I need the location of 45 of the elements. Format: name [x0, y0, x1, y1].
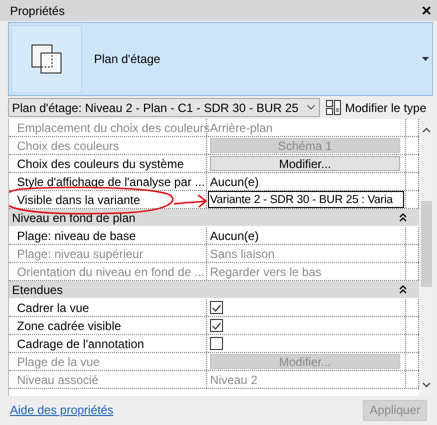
property-value: Aucun(e)	[210, 228, 259, 242]
property-value: Niveau 2	[210, 372, 258, 386]
property-value: Aucun(e)	[210, 174, 259, 188]
instance-dropdown[interactable]: Plan d'étage: Niveau 2 - Plan - C1 - SDR 30 - BUR 25	[8, 98, 320, 117]
help-link[interactable]: Aide des propriétés	[10, 403, 114, 417]
property-label: Cadrer la vue	[17, 300, 90, 314]
group-title: Niveau en fond de plan	[12, 210, 136, 224]
property-label: Niveau associé	[17, 372, 98, 386]
scroll-down-icon[interactable]	[422, 382, 430, 388]
collapse-icon[interactable]	[399, 285, 407, 294]
property-label: Plage: niveau supérieur	[17, 246, 144, 260]
group-title: Etendues	[12, 282, 63, 296]
property-label: Zone cadrée visible	[17, 318, 122, 332]
property-label: Emplacement du choix des couleurs	[17, 120, 210, 134]
edit-type-icon	[326, 100, 341, 115]
floor-plan-icon	[30, 44, 62, 74]
group-header[interactable]: Niveau en fond de plan	[9, 209, 419, 227]
scroll-thumb[interactable]	[420, 201, 432, 287]
property-value: Regarder vers le bas	[210, 264, 322, 278]
property-label: Orientation du niveau en fond de ...	[17, 264, 204, 278]
property-value: Sans liaison	[210, 246, 275, 260]
property-label: Style d'affichage de l'analyse par ...	[17, 174, 205, 188]
property-label: Cadrage de l'annotation	[17, 336, 144, 350]
chevron-down-icon	[307, 105, 315, 110]
property-value: Arrière-plan	[210, 120, 273, 134]
scroll-up-icon[interactable]	[422, 127, 430, 133]
property-label: Choix des couleurs	[17, 138, 120, 152]
group-header[interactable]: Etendues	[9, 281, 419, 299]
collapse-icon[interactable]	[399, 213, 407, 222]
property-label: Choix des couleurs du système	[17, 156, 184, 170]
checkbox[interactable]	[210, 301, 223, 314]
checkbox[interactable]	[210, 319, 223, 332]
edit-type-button[interactable]: Modifier le type	[326, 100, 426, 115]
close-icon[interactable]	[422, 6, 431, 15]
dropdown-caret-icon[interactable]	[422, 57, 429, 61]
property-label: Visible dans la variante	[17, 192, 140, 206]
panel-title: Propriétés	[10, 4, 65, 18]
property-label: Plage de la vue	[17, 354, 100, 368]
annotation-arrow	[174, 194, 208, 208]
type-selector[interactable]: Plan d'étage	[8, 22, 433, 96]
property-label: Plage: niveau de base	[17, 228, 136, 242]
type-name: Plan d'étage	[94, 52, 160, 66]
edit-button[interactable]: Modifier...	[210, 156, 400, 171]
input-field[interactable]: Variante 2 - SDR 30 - BUR 25 : Varia	[208, 191, 404, 208]
checkbox[interactable]	[210, 337, 223, 350]
